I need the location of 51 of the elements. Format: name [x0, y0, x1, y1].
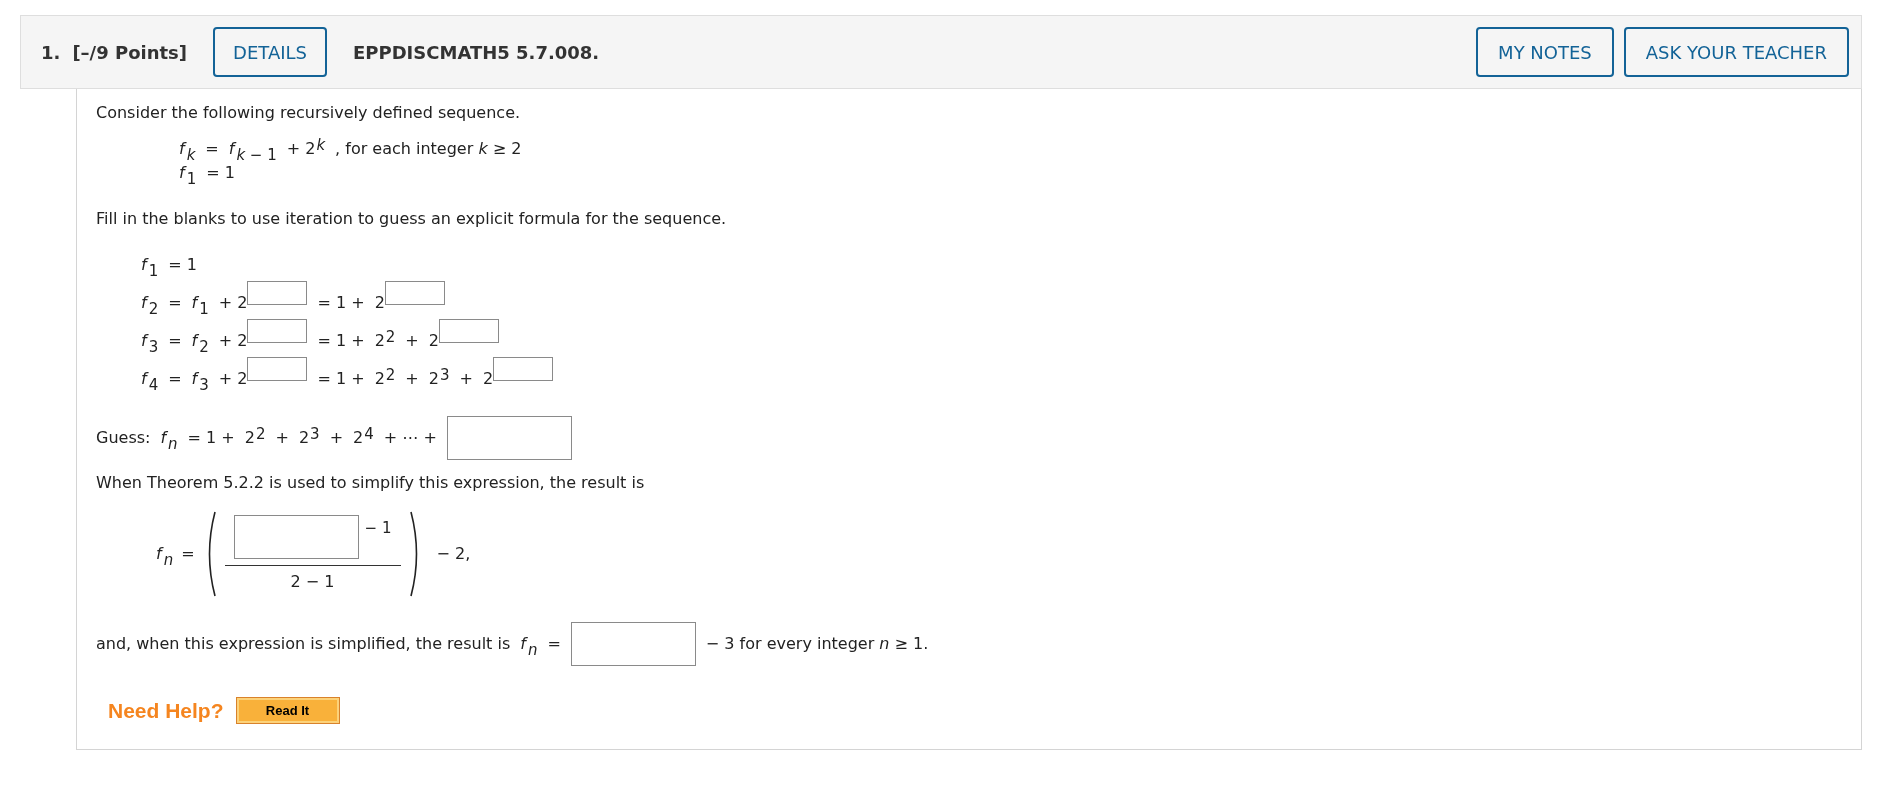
my-notes-button[interactable]: MY NOTES [1476, 27, 1614, 77]
question-number: 1. [41, 40, 61, 65]
points-label: [–/9 Points] [72, 40, 188, 65]
math-text: = 1 + [317, 292, 365, 314]
math-text: − 3 for every integer n ≥ 1. [705, 633, 929, 655]
math-text: = [168, 292, 182, 314]
details-button[interactable]: DETAILS [213, 27, 327, 77]
math-text: + [329, 427, 344, 449]
answer-field[interactable] [438, 319, 499, 343]
math-text: + ⋯ + [383, 427, 437, 449]
math-text: + [405, 330, 419, 352]
math-text: = [547, 633, 561, 655]
answer-field[interactable] [233, 514, 359, 559]
answer-field[interactable] [384, 281, 445, 305]
math-text: = 1 [206, 162, 235, 184]
math-text: + [459, 368, 473, 390]
math-text: + 2 [218, 330, 248, 352]
math-text: Guess: [96, 427, 151, 449]
need-help-label: Need Help? [108, 698, 224, 724]
read-it-button[interactable]: Read It [235, 697, 340, 725]
question-text: Consider the following recursively defined sequence. [96, 102, 522, 124]
answer-field[interactable] [446, 416, 572, 460]
math-text: − 1 [364, 517, 392, 539]
math-text: = [205, 138, 219, 160]
answer-field[interactable] [570, 622, 696, 666]
math-text: + 2 [218, 368, 248, 390]
math-text: = 1 [168, 254, 197, 276]
question-code: EPPDISCMATH5 5.7.008. [353, 40, 600, 65]
math-text: 2 − 1 [290, 570, 335, 593]
math-text: 2 [374, 292, 385, 314]
math-text: = 1 + [317, 330, 365, 352]
math-text: , for each integer k ≥ 2 [335, 138, 522, 160]
answer-field[interactable] [247, 319, 308, 343]
math-text: + [275, 427, 289, 449]
answer-field[interactable] [493, 357, 554, 381]
math-text: + 2 [218, 292, 248, 314]
math-text: = [168, 330, 182, 352]
math-text: = [181, 543, 195, 565]
math-text: 2 [428, 330, 439, 352]
math-text: − 2, [436, 543, 471, 565]
question-text: When Theorem 5.2.2 is used to simplify this expression, the result is [96, 472, 646, 494]
math-text: and, when this expression is simplified, the result is [96, 633, 511, 655]
math-text: 2 [482, 368, 494, 390]
math-text: = 1 + [187, 427, 235, 449]
math-text: + [405, 368, 419, 390]
ask-teacher-button[interactable]: ASK YOUR TEACHER [1623, 27, 1849, 77]
answer-field[interactable] [247, 281, 308, 305]
question-text: Fill in the blanks to use iteration to guess an explicit formula for the sequence. [96, 208, 728, 230]
math-text: = [168, 368, 182, 390]
math-text: = 1 + [317, 368, 365, 390]
answer-field[interactable] [247, 357, 308, 381]
